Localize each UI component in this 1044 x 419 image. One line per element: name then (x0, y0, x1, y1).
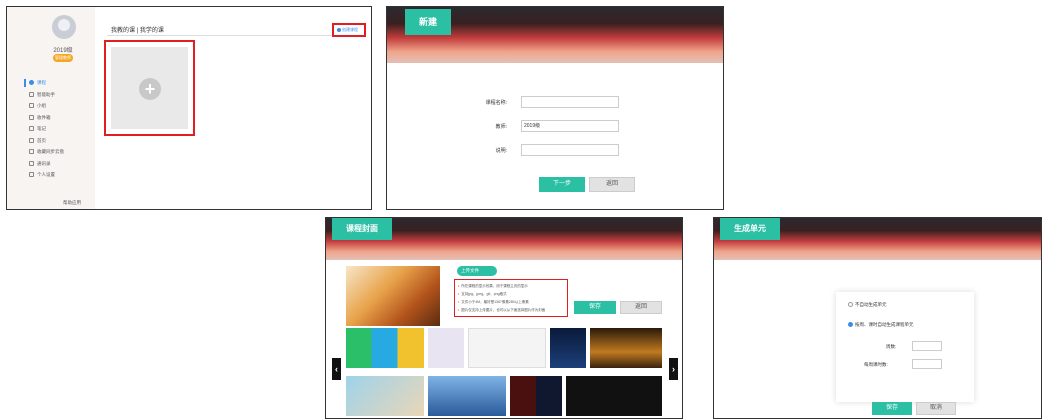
hours-label: 每周课时数: (864, 362, 888, 367)
sidebar-item-contacts[interactable]: 通讯录 (7, 158, 95, 170)
course-tabs[interactable]: 我教的课 | 我学的课 (111, 25, 164, 34)
sidebar-item-label: 收藏同步云盘 (37, 149, 64, 154)
cover-thumbnail[interactable] (510, 376, 562, 416)
tip-item: 文件小于4M，最好是1367像素280以上像素 (458, 298, 564, 306)
sidebar-item-groups[interactable]: 小组 (7, 100, 95, 112)
option-no-auto[interactable]: 不自动生成单元 (848, 302, 887, 308)
gear-icon (29, 172, 34, 177)
tip-item: 图片仅支持上传图片，也可以从下面选择图片作为封面 (458, 306, 564, 314)
sidebar-item-label: 笔记 (37, 126, 46, 131)
field-label-teacher: 教师: (495, 124, 507, 130)
back-button[interactable]: 返回 (589, 177, 635, 192)
course-name-input[interactable] (521, 96, 619, 108)
cover-preview-image (346, 266, 440, 326)
unit-options-card: 不自动生成单元 按周、课时自动生成课程单元 周数: 每周课时数: (836, 292, 974, 402)
option-auto[interactable]: 按周、课时自动生成课程单元 (848, 322, 914, 328)
cover-thumbnail[interactable] (428, 328, 464, 368)
sidebar-item-assistant[interactable]: 智能助手 (7, 89, 95, 101)
cover-thumbnail[interactable] (590, 328, 662, 368)
create-course-label: 创建课程 (342, 27, 358, 32)
assistant-icon (29, 91, 34, 97)
field-label-course-name: 课程名称: (485, 100, 507, 106)
course-cover-panel: 课程封面 上传文件 所在课程的显示效果，用于课程主页的显示 支持jpg、jpeg… (325, 217, 683, 419)
upload-tips-box: 所在课程的显示效果，用于课程主页的显示 支持jpg、jpeg、gif、png格式… (454, 279, 568, 317)
note-icon (29, 126, 34, 131)
teacher-input[interactable]: 2019级 (521, 120, 619, 132)
hours-per-week-input[interactable] (912, 359, 942, 369)
upload-label: 上传文件 (461, 268, 479, 273)
contacts-icon (29, 160, 34, 166)
panel-title: 课程封面 (332, 218, 392, 240)
sidebar-item-label: 通讯录 (37, 160, 51, 166)
cover-thumbnail[interactable] (346, 328, 424, 368)
save-button[interactable]: 保存 (574, 301, 616, 314)
prev-arrow-icon[interactable]: ‹ (332, 358, 341, 380)
plus-icon: + (139, 78, 161, 100)
create-course-link[interactable]: 创建课程 (332, 23, 366, 37)
sidebar: 2019级 管理教师 课程 智能助手 小组 收件箱 笔记 首页 收藏同步云盘 通… (7, 7, 95, 209)
home-icon (29, 137, 34, 143)
cover-thumbnail[interactable] (428, 376, 506, 416)
role-badge: 管理教师 (53, 54, 73, 62)
group-icon (29, 103, 34, 108)
cloud-icon (29, 149, 34, 154)
field-label-description: 说明: (495, 148, 507, 154)
sidebar-item-cloud[interactable]: 收藏同步云盘 (7, 146, 95, 158)
user-name: 2019级 (53, 48, 73, 54)
sidebar-item-label: 个人设置 (37, 172, 55, 177)
generate-units-panel: 生成单元 不自动生成单元 按周、课时自动生成课程单元 周数: 每周课时数: 保存… (713, 217, 1042, 419)
option-label: 按周、课时自动生成课程单元 (855, 322, 914, 327)
sidebar-item-label: 收件箱 (37, 114, 51, 120)
description-input[interactable] (521, 144, 619, 156)
next-button[interactable]: 下一步 (539, 177, 585, 192)
sidebar-item-inbox[interactable]: 收件箱 (7, 112, 95, 124)
sidebar-item-notes[interactable]: 笔记 (7, 123, 95, 135)
tip-item: 所在课程的显示效果，用于课程主页的显示 (458, 282, 564, 290)
course-icon (29, 80, 34, 85)
cover-thumbnail[interactable] (346, 376, 424, 416)
radio-icon (848, 302, 853, 308)
inbox-icon (29, 114, 34, 120)
sidebar-item-label: 课程 (37, 80, 46, 85)
avatar[interactable] (52, 15, 76, 39)
sidebar-item-courses[interactable]: 课程 (7, 77, 95, 89)
help-link[interactable]: 帮助应用 (63, 200, 81, 206)
tip-item: 支持jpg、jpeg、gif、png格式 (458, 290, 564, 298)
add-course-highlight: + (104, 40, 195, 136)
form-body: 课程名称: 教师: 2019级 说明: 下一步 返回 (387, 63, 723, 209)
plus-circle-icon (337, 27, 341, 32)
weeks-label: 周数: (886, 344, 897, 349)
radio-selected-icon (848, 322, 853, 328)
cover-thumbnail[interactable] (550, 328, 586, 368)
course-list-panel: 2019级 管理教师 课程 智能助手 小组 收件箱 笔记 首页 收藏同步云盘 通… (6, 6, 372, 210)
option-label: 不自动生成单元 (855, 302, 887, 307)
sidebar-item-settings[interactable]: 个人设置 (7, 169, 95, 181)
cancel-button[interactable]: 取消 (916, 402, 956, 415)
sidebar-menu: 课程 智能助手 小组 收件箱 笔记 首页 收藏同步云盘 通讯录 个人设置 (7, 77, 95, 181)
add-course-card[interactable]: + (111, 47, 188, 129)
new-course-panel: 新建 课程名称: 教师: 2019级 说明: 下一步 返回 (386, 6, 724, 210)
panel-title: 生成单元 (720, 218, 780, 240)
cover-thumbnail[interactable] (468, 328, 546, 368)
next-arrow-icon[interactable]: › (669, 358, 678, 380)
sidebar-item-label: 智能助手 (37, 91, 55, 97)
upload-button[interactable]: 上传文件 (457, 266, 497, 276)
back-button[interactable]: 返回 (620, 301, 662, 314)
sidebar-item-label: 小组 (37, 103, 46, 108)
save-button[interactable]: 保存 (872, 402, 912, 415)
cover-thumbnail[interactable] (566, 376, 662, 416)
sidebar-item-home[interactable]: 首页 (7, 135, 95, 147)
weeks-input[interactable] (912, 341, 942, 351)
sidebar-item-label: 首页 (37, 137, 46, 143)
tab-divider (107, 35, 365, 36)
panel-title: 新建 (405, 9, 452, 35)
